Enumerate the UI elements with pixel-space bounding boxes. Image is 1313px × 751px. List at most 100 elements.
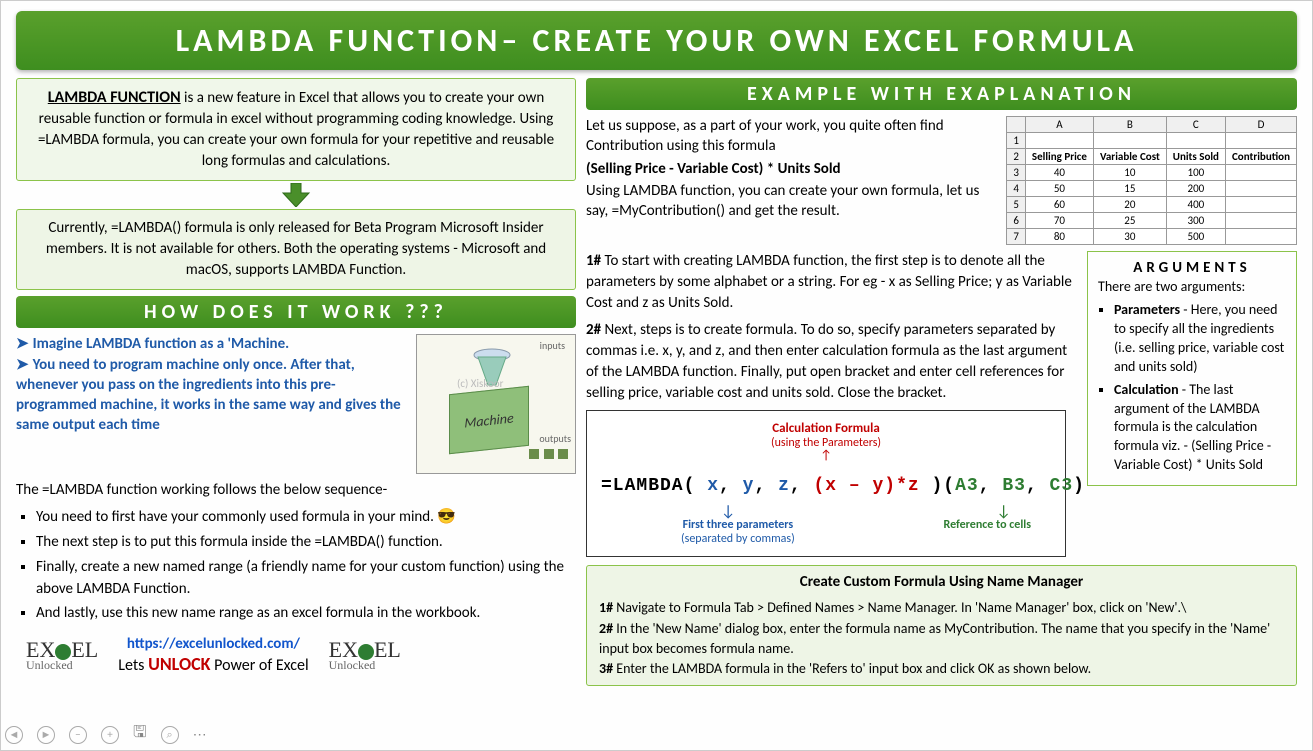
footer: EXEL Unlocked https://excelunlocked.com/… bbox=[16, 635, 576, 675]
beta-note: Currently, =LAMBDA() formula is only rel… bbox=[16, 209, 576, 290]
row-num: 4 bbox=[1007, 181, 1026, 197]
step-num: 2# bbox=[599, 620, 613, 637]
name-manager-title: Create Custom Formula Using Name Manager bbox=[599, 572, 1284, 594]
step-num: 2# bbox=[586, 321, 601, 339]
example-p2: Using LAMDBA function, you can create yo… bbox=[586, 181, 996, 222]
col-hdr: D bbox=[1225, 117, 1296, 133]
search-icon[interactable]: ⌕ bbox=[161, 726, 179, 744]
row-num: 2 bbox=[1007, 149, 1026, 165]
list-item: Calculation - The last argument of the L… bbox=[1114, 381, 1286, 475]
chevron-right-icon: ➤ bbox=[16, 356, 29, 374]
slogan-pre: Lets bbox=[118, 656, 148, 675]
col-hdr: B bbox=[1093, 117, 1166, 133]
arg-name: Parameters bbox=[1114, 301, 1180, 318]
how-works-header: HOW DOES IT WORK ??? bbox=[16, 296, 576, 328]
example-intro: Let us suppose, as a part of your work, … bbox=[586, 116, 996, 221]
next-icon[interactable]: ► bbox=[37, 726, 55, 744]
row-num: 3 bbox=[1007, 165, 1026, 181]
arguments-title: ARGUMENTS bbox=[1098, 258, 1286, 278]
col-hdr: A bbox=[1025, 117, 1093, 133]
cell: Variable Cost bbox=[1093, 149, 1166, 165]
cell bbox=[1225, 213, 1296, 229]
cell: 300 bbox=[1166, 213, 1225, 229]
sequence-intro: The =LAMBDA function working follows the… bbox=[16, 480, 576, 501]
cell: 200 bbox=[1166, 181, 1225, 197]
step-text: In the 'New Name' dialog box, enter the … bbox=[599, 620, 1270, 657]
example-header: EXAMPLE WITH EXAPLANATION bbox=[586, 78, 1297, 110]
prev-icon[interactable]: ◄ bbox=[5, 726, 23, 744]
cell: 30 bbox=[1093, 229, 1166, 245]
row-num: 5 bbox=[1007, 197, 1026, 213]
website-link[interactable]: https://excelunlocked.com/ bbox=[127, 635, 300, 653]
cell bbox=[1225, 197, 1296, 213]
step-text: To start with creating LAMBDA function, … bbox=[586, 252, 1072, 312]
cell: Contribution bbox=[1225, 149, 1296, 165]
how-bullet-2: You need to program machine only once. A… bbox=[16, 356, 401, 435]
cell: 10 bbox=[1093, 165, 1166, 181]
cell bbox=[1225, 181, 1296, 197]
cell: Selling Price bbox=[1025, 149, 1093, 165]
sample-data-table: ABCD 1 2Selling PriceVariable CostUnits … bbox=[1006, 116, 1297, 245]
more-icon[interactable]: ⋯ bbox=[193, 726, 207, 743]
cell bbox=[1225, 229, 1296, 245]
cell: 400 bbox=[1166, 197, 1225, 213]
left-column: LAMBDA FUNCTION is a new feature in Exce… bbox=[16, 78, 576, 686]
step-num: 3# bbox=[599, 660, 613, 677]
list-item: You need to first have your commonly use… bbox=[36, 507, 576, 529]
list-item: Finally, create a new named range (a fri… bbox=[36, 557, 576, 601]
slogan-post: Power of Excel bbox=[211, 656, 309, 675]
calc-formula-label: Calculation Formula bbox=[601, 421, 1051, 436]
param-label: First three parameters bbox=[683, 518, 794, 532]
intro-lead: LAMBDA FUNCTION bbox=[48, 88, 181, 107]
step-num: 1# bbox=[586, 252, 601, 270]
example-step-1: 1# To start with creating LAMBDA functio… bbox=[586, 251, 1077, 314]
cell: 60 bbox=[1025, 197, 1093, 213]
machine-outputs-label: outputs bbox=[539, 432, 571, 445]
cell: 50 bbox=[1025, 181, 1093, 197]
logo-right: EXEL Unlocked bbox=[329, 640, 401, 671]
right-column: EXAMPLE WITH EXAPLANATION Let us suppose… bbox=[586, 78, 1297, 686]
sequence-list: You need to first have your commonly use… bbox=[36, 507, 576, 625]
machine-inputs-label: inputs bbox=[540, 339, 565, 352]
intro-box: LAMBDA FUNCTION is a new feature in Exce… bbox=[16, 78, 576, 181]
row-num: 6 bbox=[1007, 213, 1026, 229]
arg-name: Calculation bbox=[1114, 381, 1179, 398]
arrow-down-icon bbox=[16, 183, 576, 207]
step-text: Next, steps is to create formula. To do … bbox=[586, 321, 1067, 402]
cell: 40 bbox=[1025, 165, 1093, 181]
example-p1: Let us suppose, as a part of your work, … bbox=[586, 116, 996, 157]
col-hdr bbox=[1007, 117, 1026, 133]
cell: 20 bbox=[1093, 197, 1166, 213]
zoom-in-icon[interactable]: + bbox=[101, 726, 119, 744]
ref-label: Reference to cells bbox=[944, 518, 1032, 546]
list-item: Parameters - Here, you need to specify a… bbox=[1114, 301, 1286, 377]
lock-icon bbox=[358, 644, 374, 660]
step-text: Enter the LAMBDA formula in the 'Refers … bbox=[613, 660, 1091, 677]
machine-diagram: inputs (c) Xiskoor Machine outputs bbox=[416, 334, 576, 474]
bottom-toolbar: ◄ ► − + 🖫 ⌕ ⋯ bbox=[5, 721, 207, 748]
row-num: 1 bbox=[1007, 133, 1026, 149]
lock-icon bbox=[55, 644, 71, 660]
page-title: LAMBDA FUNCTION– CREATE YOUR OWN EXCEL F… bbox=[16, 11, 1297, 70]
chevron-right-icon: ➤ bbox=[16, 335, 29, 353]
list-item: And lastly, use this new name range as a… bbox=[36, 603, 576, 625]
param-sub: (separated by commas) bbox=[681, 532, 795, 546]
example-formula-text: (Selling Price - Variable Cost) * Units … bbox=[586, 159, 996, 179]
how-works-bullets: ➤Imagine LAMBDA function as a 'Machine. … bbox=[16, 334, 406, 435]
arguments-intro: There are two arguments: bbox=[1098, 278, 1286, 297]
cell: 100 bbox=[1166, 165, 1225, 181]
zoom-out-icon[interactable]: − bbox=[69, 726, 87, 744]
step-num: 1# bbox=[599, 599, 613, 616]
save-icon[interactable]: 🖫 bbox=[133, 721, 147, 748]
cell: 500 bbox=[1166, 229, 1225, 245]
nm-step-3: 3# Enter the LAMBDA formula in the 'Refe… bbox=[599, 659, 1284, 679]
how-bullet-1: Imagine LAMBDA function as a 'Machine. bbox=[33, 335, 290, 353]
arguments-box: ARGUMENTS There are two arguments: Param… bbox=[1087, 251, 1297, 486]
col-hdr: C bbox=[1166, 117, 1225, 133]
formula-diagram: Calculation Formula (using the Parameter… bbox=[586, 410, 1066, 557]
cell: 80 bbox=[1025, 229, 1093, 245]
cell: 15 bbox=[1093, 181, 1166, 197]
list-item: The next step is to put this formula ins… bbox=[36, 532, 576, 554]
logo-left: EXEL Unlocked bbox=[26, 640, 98, 671]
cell: 25 bbox=[1093, 213, 1166, 229]
